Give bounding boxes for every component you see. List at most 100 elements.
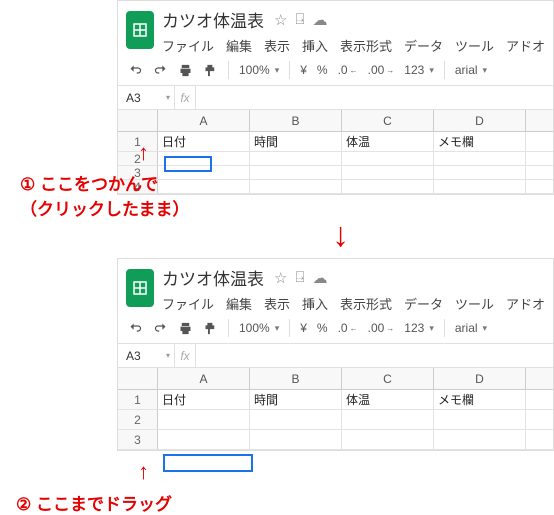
table-row: 1 日付 時間 体温 メモ欄 [118,132,553,152]
cell[interactable] [158,430,250,449]
step-number: ② [16,495,31,515]
annotation-step1: ① ここをつかんで （クリックしたまま） [20,170,190,220]
cell[interactable]: メモ欄 [434,390,526,409]
cell[interactable]: 時間 [250,390,342,409]
undo-icon[interactable] [128,321,143,336]
name-box[interactable]: A3 [118,349,174,363]
cell[interactable] [250,152,342,165]
row-header[interactable]: 3 [118,430,158,449]
cell[interactable] [342,152,434,165]
doc-title[interactable]: カツオ体温表 [162,7,264,32]
sheets-logo [126,11,154,49]
name-box[interactable]: A3 [118,91,174,105]
menu-insert[interactable]: 挿入 [302,36,328,55]
fx-label: fx [174,86,196,109]
row-header[interactable]: 1 [118,390,158,409]
menu-bar: ファイル 編集 表示 挿入 表示形式 データ ツール アドオ [162,294,545,313]
paint-format-icon[interactable] [203,63,218,78]
menu-format[interactable]: 表示形式 [340,294,392,313]
font-select[interactable]: arial [455,63,495,77]
percent-button[interactable]: % [317,63,328,77]
select-all-corner[interactable] [118,368,158,389]
menu-format[interactable]: 表示形式 [340,36,392,55]
menu-insert[interactable]: 挿入 [302,294,328,313]
menu-bar: ファイル 編集 表示 挿入 表示形式 データ ツール アドオ [162,36,545,55]
annotation-text: （クリックしたまま） [20,200,190,219]
increase-decimal-button[interactable]: .00→ [368,321,395,335]
table-row: 1 日付 時間 体温 メモ欄 [118,390,553,410]
currency-button[interactable]: ¥ [300,63,307,77]
cell[interactable]: 日付 [158,132,250,151]
cell[interactable]: 日付 [158,390,250,409]
arrow-up-icon: ↑ [138,140,149,166]
cell[interactable] [434,180,526,193]
move-icon[interactable]: ⍈ [295,11,304,29]
print-icon[interactable] [178,63,193,78]
col-header-b[interactable]: B [250,368,342,389]
col-header-c[interactable]: C [342,110,434,131]
print-icon[interactable] [178,321,193,336]
zoom-select[interactable]: 100% [239,63,279,77]
paint-format-icon[interactable] [203,321,218,336]
col-header-d[interactable]: D [434,110,526,131]
cell[interactable]: 体温 [342,390,434,409]
cell[interactable] [434,430,526,449]
col-header-b[interactable]: B [250,110,342,131]
cell[interactable] [434,410,526,429]
menu-file[interactable]: ファイル [162,36,214,55]
menu-edit[interactable]: 編集 [226,294,252,313]
decrease-decimal-button[interactable]: .0← [338,63,358,77]
menu-data[interactable]: データ [404,294,443,313]
number-format-select[interactable]: 123 [404,321,434,335]
cell[interactable] [158,410,250,429]
zoom-select[interactable]: 100% [239,321,279,335]
cell[interactable] [250,166,342,179]
increase-decimal-button[interactable]: .00→ [368,63,395,77]
menu-tools[interactable]: ツール [455,36,494,55]
cell[interactable] [158,152,250,165]
cell[interactable] [342,430,434,449]
menu-edit[interactable]: 編集 [226,36,252,55]
menu-addons[interactable]: アドオ [506,294,545,313]
toolbar: 100% ¥ % .0← .00→ 123 arial [118,313,553,344]
decrease-decimal-button[interactable]: .0← [338,321,358,335]
cell[interactable] [434,166,526,179]
cell[interactable] [434,152,526,165]
table-row: 2 [118,152,553,166]
menu-file[interactable]: ファイル [162,294,214,313]
cloud-icon[interactable]: ☁ [312,11,327,29]
currency-button[interactable]: ¥ [300,321,307,335]
star-icon[interactable]: ☆ [274,269,287,287]
col-header-a[interactable]: A [158,368,250,389]
font-select[interactable]: arial [455,321,495,335]
cell[interactable]: メモ欄 [434,132,526,151]
menu-addons[interactable]: アドオ [506,36,545,55]
cloud-icon[interactable]: ☁ [312,269,327,287]
cell[interactable] [250,410,342,429]
cell[interactable] [250,180,342,193]
select-all-corner[interactable] [118,110,158,131]
menu-view[interactable]: 表示 [264,294,290,313]
col-header-c[interactable]: C [342,368,434,389]
percent-button[interactable]: % [317,321,328,335]
doc-title[interactable]: カツオ体温表 [162,265,264,290]
cell[interactable] [342,166,434,179]
menu-tools[interactable]: ツール [455,294,494,313]
undo-icon[interactable] [128,63,143,78]
number-format-select[interactable]: 123 [404,63,434,77]
col-header-a[interactable]: A [158,110,250,131]
menu-view[interactable]: 表示 [264,36,290,55]
redo-icon[interactable] [153,321,168,336]
row-header[interactable]: 2 [118,410,158,429]
cell[interactable] [342,180,434,193]
move-icon[interactable]: ⍈ [295,269,304,287]
menu-data[interactable]: データ [404,36,443,55]
cell[interactable] [342,410,434,429]
redo-icon[interactable] [153,63,168,78]
cell[interactable]: 体温 [342,132,434,151]
star-icon[interactable]: ☆ [274,11,287,29]
toolbar: 100% ¥ % .0← .00→ 123 arial [118,55,553,86]
cell[interactable]: 時間 [250,132,342,151]
col-header-d[interactable]: D [434,368,526,389]
cell[interactable] [250,430,342,449]
